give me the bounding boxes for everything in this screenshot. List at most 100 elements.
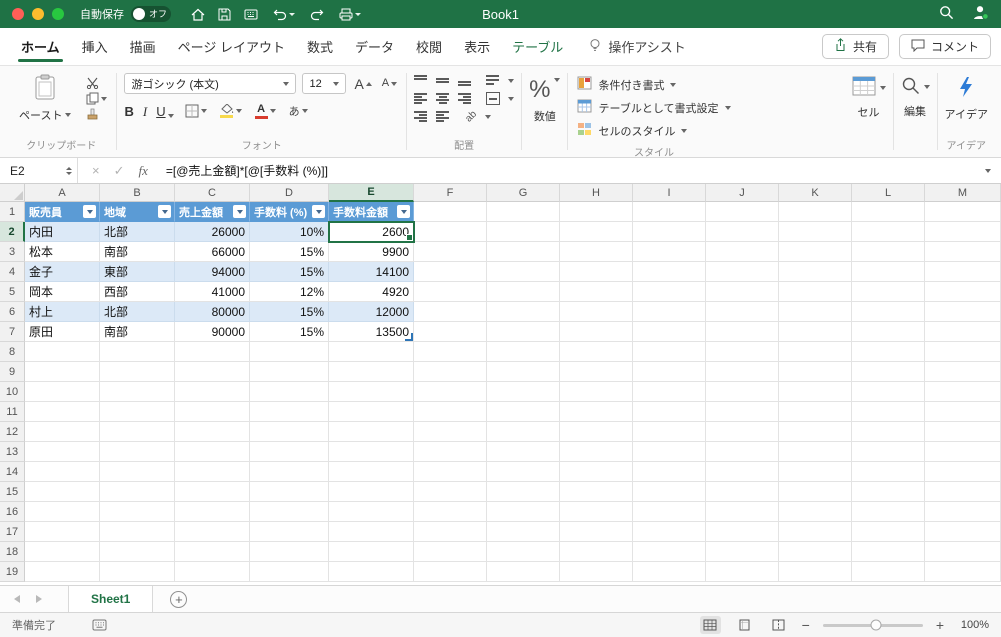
cell-J12[interactable] [706, 422, 779, 442]
align-right-icon[interactable] [458, 92, 473, 105]
font-color-button[interactable]: A [253, 103, 278, 119]
cell-A8[interactable] [25, 342, 100, 362]
tab-描画[interactable]: 描画 [119, 28, 167, 65]
row-header-8[interactable]: 8 [0, 342, 25, 362]
cell-H6[interactable] [560, 302, 633, 322]
cell-M12[interactable] [925, 422, 1001, 442]
cell-G19[interactable] [487, 562, 560, 582]
cell-I6[interactable] [633, 302, 706, 322]
home-icon[interactable] [191, 8, 205, 21]
cell-J15[interactable] [706, 482, 779, 502]
formula-input[interactable]: =[@売上金額]*[@[手数料 (%)]] [166, 162, 328, 179]
cell-D2[interactable]: 10% [250, 222, 329, 242]
cell-B17[interactable] [100, 522, 175, 542]
cell-J18[interactable] [706, 542, 779, 562]
underline-button[interactable]: U [156, 105, 174, 118]
cell-J9[interactable] [706, 362, 779, 382]
cell-D10[interactable] [250, 382, 329, 402]
tab-ページ レイアウト[interactable]: ページ レイアウト [167, 28, 296, 65]
page-break-view-button[interactable] [768, 616, 789, 634]
italic-button[interactable]: I [143, 105, 147, 118]
cell-E6[interactable]: 12000 [329, 302, 414, 322]
tab-表示[interactable]: 表示 [453, 28, 501, 65]
cell-B2[interactable]: 北部 [100, 222, 175, 242]
cell-M1[interactable] [925, 202, 1001, 222]
cell-F8[interactable] [414, 342, 487, 362]
tab-校閲[interactable]: 校閲 [405, 28, 453, 65]
cell-E8[interactable] [329, 342, 414, 362]
cell-E18[interactable] [329, 542, 414, 562]
column-header-D[interactable]: D [250, 184, 329, 202]
cell-M17[interactable] [925, 522, 1001, 542]
cell-D13[interactable] [250, 442, 329, 462]
cell-C2[interactable]: 26000 [175, 222, 250, 242]
cell-J7[interactable] [706, 322, 779, 342]
cell-I7[interactable] [633, 322, 706, 342]
print-button[interactable] [337, 8, 363, 21]
cell-D19[interactable] [250, 562, 329, 582]
row-header-13[interactable]: 13 [0, 442, 25, 462]
copy-button[interactable] [84, 92, 109, 105]
phonetic-guide-button[interactable]: あ [287, 103, 310, 119]
cell-G6[interactable] [487, 302, 560, 322]
cell-G12[interactable] [487, 422, 560, 442]
cell-H14[interactable] [560, 462, 633, 482]
row-header-5[interactable]: 5 [0, 282, 25, 302]
cell-J6[interactable] [706, 302, 779, 322]
cell-M14[interactable] [925, 462, 1001, 482]
cell-K1[interactable] [779, 202, 852, 222]
cell-E16[interactable] [329, 502, 414, 522]
cell-K16[interactable] [779, 502, 852, 522]
cell-E4[interactable]: 14100 [329, 262, 414, 282]
cell-A2[interactable]: 内田 [25, 222, 100, 242]
cell-F6[interactable] [414, 302, 487, 322]
cell-L13[interactable] [852, 442, 925, 462]
select-all-corner[interactable] [0, 184, 25, 202]
cell-F3[interactable] [414, 242, 487, 262]
text-orientation-icon[interactable]: ab [464, 108, 480, 124]
cell-D7[interactable]: 15% [250, 322, 329, 342]
cell-B7[interactable]: 南部 [100, 322, 175, 342]
cell-C3[interactable]: 66000 [175, 242, 250, 262]
filter-dropdown-A[interactable] [83, 205, 96, 218]
row-header-10[interactable]: 10 [0, 382, 25, 402]
sheet-nav-right-icon[interactable] [36, 595, 42, 603]
cell-C5[interactable]: 41000 [175, 282, 250, 302]
cell-H13[interactable] [560, 442, 633, 462]
enter-icon[interactable]: ✓ [114, 163, 125, 179]
cell-D11[interactable] [250, 402, 329, 422]
cell-M4[interactable] [925, 262, 1001, 282]
sheet-nav-left-icon[interactable] [14, 595, 20, 603]
cell-C12[interactable] [175, 422, 250, 442]
cell-A15[interactable] [25, 482, 100, 502]
align-center-icon[interactable] [436, 92, 451, 105]
cell-L7[interactable] [852, 322, 925, 342]
cell-J16[interactable] [706, 502, 779, 522]
cell-K8[interactable] [779, 342, 852, 362]
row-header-2[interactable]: 2 [0, 222, 25, 242]
cell-L17[interactable] [852, 522, 925, 542]
column-header-F[interactable]: F [414, 184, 487, 202]
cell-L5[interactable] [852, 282, 925, 302]
row-header-12[interactable]: 12 [0, 422, 25, 442]
cell-A11[interactable] [25, 402, 100, 422]
row-header-4[interactable]: 4 [0, 262, 25, 282]
cell-L15[interactable] [852, 482, 925, 502]
cell-C19[interactable] [175, 562, 250, 582]
cell-M13[interactable] [925, 442, 1001, 462]
column-header-G[interactable]: G [487, 184, 560, 202]
cell-C11[interactable] [175, 402, 250, 422]
cell-A9[interactable] [25, 362, 100, 382]
cell-D17[interactable] [250, 522, 329, 542]
column-header-J[interactable]: J [706, 184, 779, 202]
cell-C17[interactable] [175, 522, 250, 542]
cell-E9[interactable] [329, 362, 414, 382]
cell-M10[interactable] [925, 382, 1001, 402]
row-header-3[interactable]: 3 [0, 242, 25, 262]
column-header-H[interactable]: H [560, 184, 633, 202]
cell-D5[interactable]: 12% [250, 282, 329, 302]
cell-L3[interactable] [852, 242, 925, 262]
cell-B15[interactable] [100, 482, 175, 502]
cell-H16[interactable] [560, 502, 633, 522]
cell-L11[interactable] [852, 402, 925, 422]
